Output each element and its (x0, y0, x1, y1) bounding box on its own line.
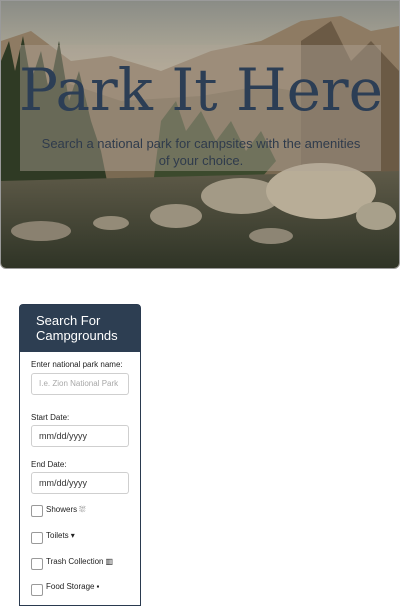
search-panel: Search For Campgrounds Enter national pa… (19, 304, 141, 606)
hero-subtitle: Search a national park for campsites wit… (41, 136, 361, 168)
end-date-label: End Date: (31, 460, 67, 469)
toilets-option: Toilets ▾ (46, 531, 75, 540)
park-name-input[interactable]: I.e. Zion National Park (31, 373, 129, 395)
food-storage-label: Food Storage (46, 582, 95, 591)
park-name-label: Enter national park name: (31, 360, 123, 369)
food-storage-option: Food Storage ▪ (46, 582, 99, 591)
trash-collection-label: Trash Collection (46, 557, 104, 566)
search-panel-heading: Search For Campgrounds (20, 305, 140, 352)
toilets-label: Toilets (46, 531, 69, 540)
food-storage-checkbox[interactable] (31, 584, 43, 596)
end-date-input[interactable]: mm/dd/yyyy (31, 472, 129, 494)
trash-icon: ▥ (105, 557, 114, 566)
trash-collection-option: Trash Collection ▥ (46, 557, 113, 566)
hero-banner: Park It Here Search a national park for … (0, 0, 400, 269)
showers-label: Showers (46, 505, 78, 514)
start-date-input[interactable]: mm/dd/yyyy (31, 425, 129, 447)
trash-collection-checkbox[interactable] (31, 558, 43, 570)
showers-option: Showers ⛆ (46, 505, 86, 515)
toilets-checkbox[interactable] (31, 532, 43, 544)
food-storage-icon: ▪ (96, 582, 100, 591)
start-date-label: Start Date: (31, 413, 70, 422)
showers-checkbox[interactable] (31, 505, 43, 517)
shower-icon: ⛆ (79, 505, 86, 514)
toilet-icon: ▾ (70, 531, 75, 540)
page-title: Park It Here (19, 56, 383, 124)
